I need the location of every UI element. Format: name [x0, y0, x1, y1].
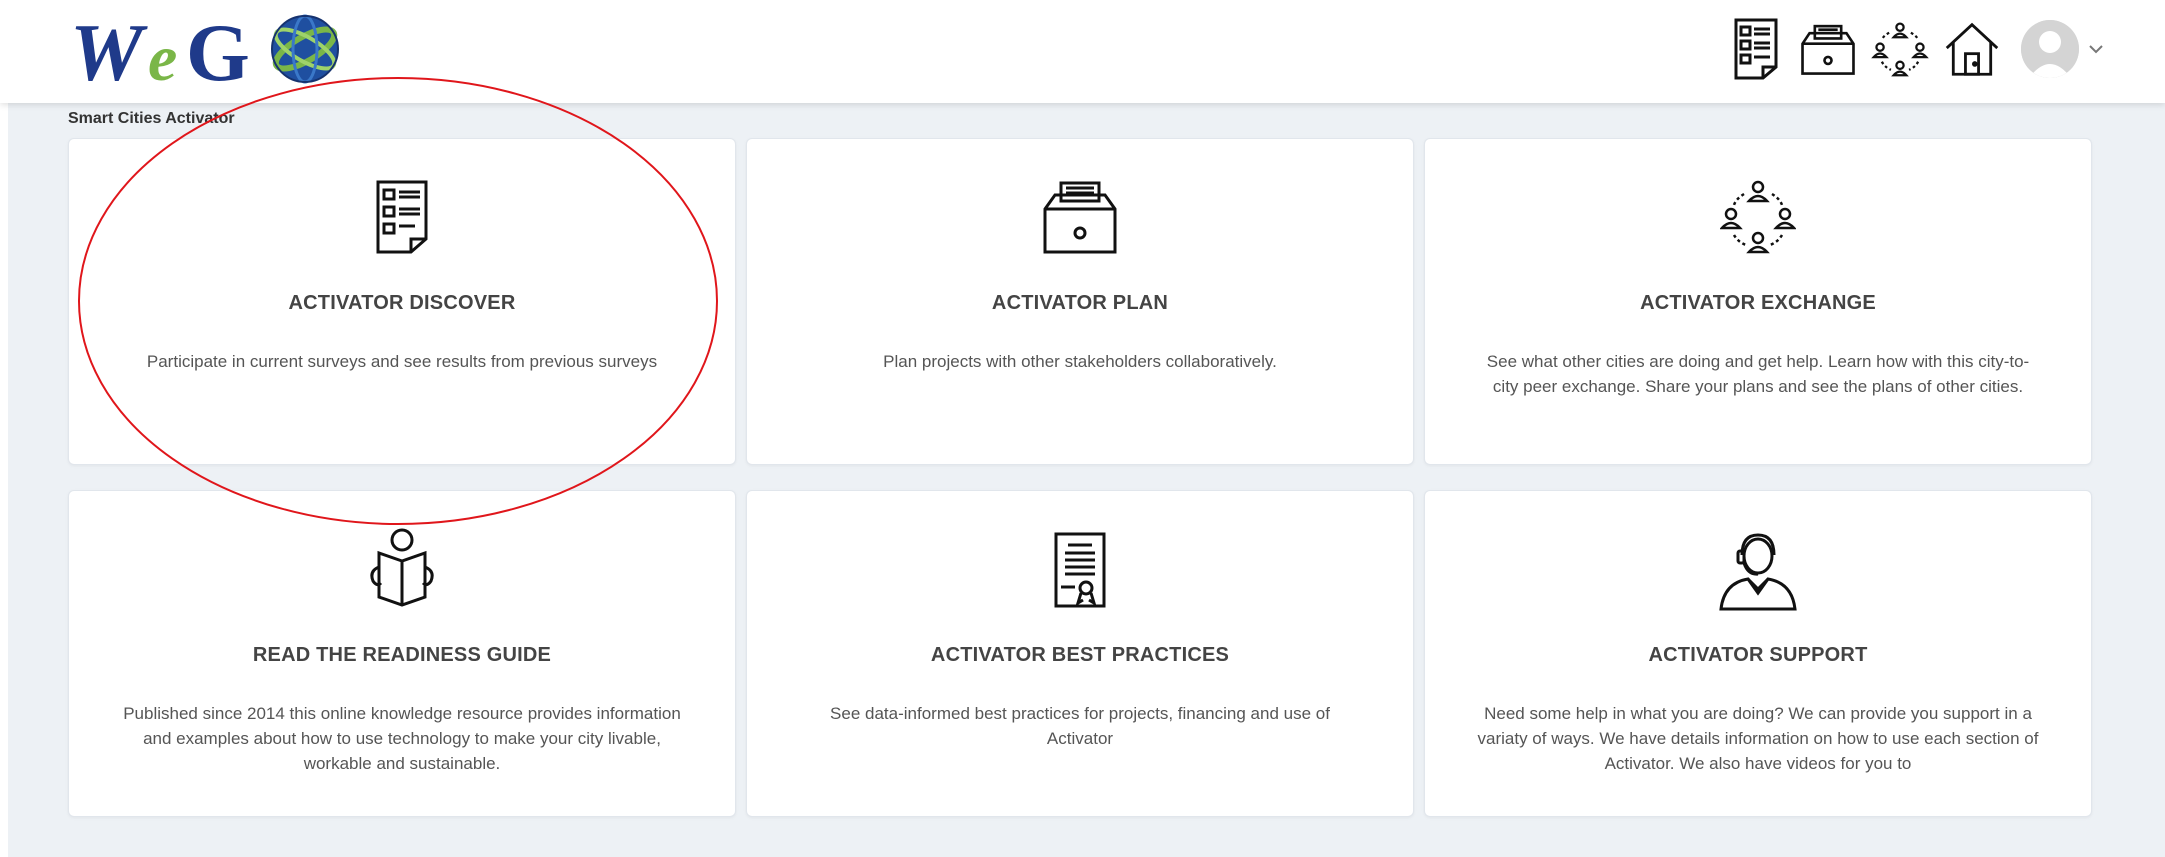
user-avatar-icon[interactable]: [2021, 20, 2079, 78]
card-title: ACTIVATOR SUPPORT: [1648, 644, 1868, 666]
nav-home-icon[interactable]: [1943, 14, 2001, 84]
card-readiness-guide[interactable]: READ THE READINESS GUIDE Published since…: [68, 490, 736, 817]
nav-plan-icon[interactable]: [1799, 14, 1857, 84]
card-title: ACTIVATOR DISCOVER: [288, 292, 516, 314]
card-description: See what other cities are doing and get …: [1486, 352, 2030, 396]
card-activator-support[interactable]: ACTIVATOR SUPPORT Need some help in what…: [1424, 490, 2092, 817]
card-description: See data-informed best practices for pro…: [830, 704, 1330, 748]
account-menu[interactable]: [2021, 20, 2105, 78]
header-nav: [1727, 10, 2105, 88]
reading-person-icon: [370, 528, 434, 607]
people-exchange-icon: [1720, 180, 1796, 254]
wego-logo[interactable]: W e G: [70, 4, 370, 98]
card-description: Participate in current surveys and see r…: [146, 352, 658, 371]
card-title: ACTIVATOR PLAN: [991, 292, 1169, 314]
svg-text:e: e: [148, 22, 177, 94]
file-cabinet-icon: [1043, 181, 1117, 254]
card-description: Published since 2014 this online knowled…: [123, 704, 681, 773]
svg-text:W: W: [70, 7, 148, 94]
certificate-icon: [1054, 532, 1106, 608]
page-title: Smart Cities Activator: [68, 110, 235, 127]
nav-discover-icon[interactable]: [1727, 14, 1785, 84]
card-activator-plan[interactable]: ACTIVATOR PLAN Plan projects with other …: [746, 138, 1414, 465]
card-best-practices[interactable]: ACTIVATOR BEST PRACTICES See data-inform…: [746, 490, 1414, 817]
chevron-down-icon[interactable]: [2087, 42, 2105, 56]
card-title: READ THE READINESS GUIDE: [252, 644, 552, 666]
svg-text:G: G: [186, 7, 250, 94]
support-agent-icon: [1719, 533, 1797, 611]
card-activator-exchange[interactable]: ACTIVATOR EXCHANGE See what other cities…: [1424, 138, 2092, 465]
survey-document-icon: [376, 180, 428, 254]
top-header: W e G: [0, 0, 2165, 103]
main-content: Smart Cities Activator ACTIVATOR DISCOVE…: [8, 103, 2165, 857]
card-title: ACTIVATOR EXCHANGE: [1640, 292, 1876, 314]
card-activator-discover[interactable]: ACTIVATOR DISCOVER Participate in curren…: [68, 138, 736, 465]
card-description: Need some help in what you are doing? We…: [1477, 704, 2039, 773]
card-description: Plan projects with other stakeholders co…: [883, 352, 1277, 371]
nav-exchange-icon[interactable]: [1871, 14, 1929, 84]
card-title: ACTIVATOR BEST PRACTICES: [930, 644, 1230, 666]
